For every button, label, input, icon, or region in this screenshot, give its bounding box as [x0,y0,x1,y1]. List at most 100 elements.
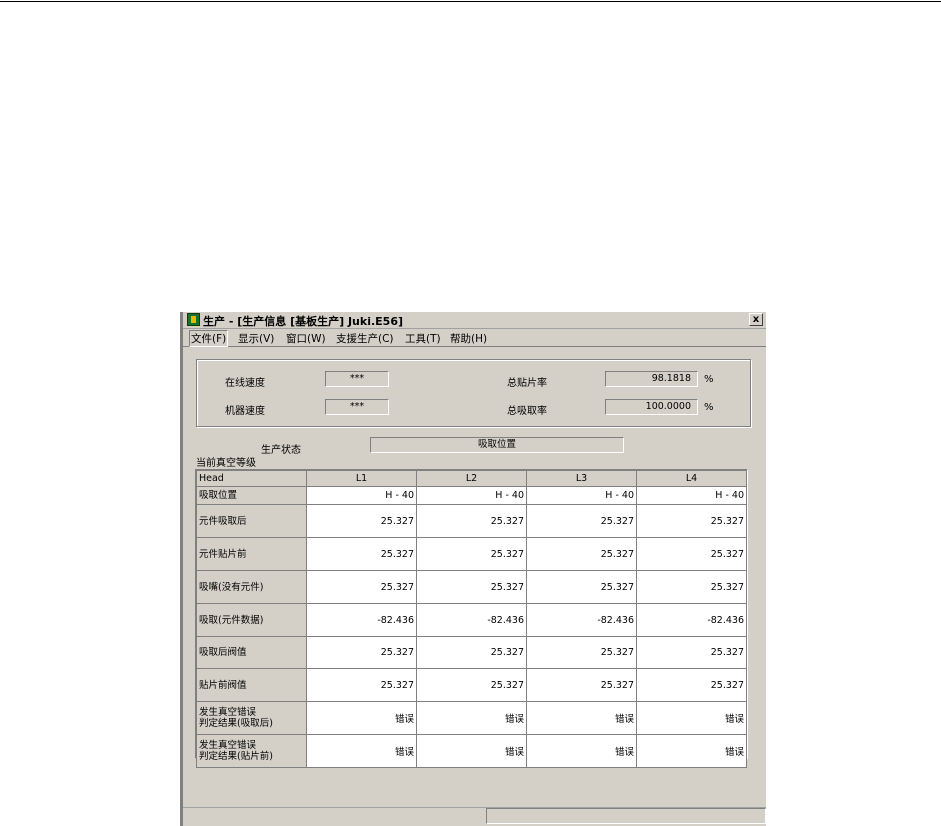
content-area: 在线速度 *** 机器速度 *** 总贴片率 98.1818 % 总吸取率 10… [183,347,766,826]
menu-tools[interactable]: 工具(T) [405,331,441,346]
table-cell: 25.327 [636,668,747,702]
table-cell: 25.327 [306,570,417,604]
table-row: 元件贴片前 25.327 25.327 25.327 25.327 [196,537,747,571]
table-header-row: Head L1 L2 L3 L4 [196,470,747,487]
production-status-field: 吸取位置 [370,437,624,453]
title-bar[interactable]: 生产 - [生产信息 [基板生产] Juki.E56] x [183,312,766,329]
table-cell: -82.436 [416,603,527,637]
online-speed-field: *** [325,371,389,387]
table-cell: -82.436 [636,603,747,637]
table-cell: 错误 [306,734,417,768]
table-cell: 错误 [636,734,747,768]
table-cell: 25.327 [416,504,527,538]
status-bar-pane [486,808,766,824]
row-label-line: 判定结果(贴片前) [199,751,273,762]
column-header-l3: L3 [526,470,637,487]
row-label: 吸取后阀值 [196,636,307,669]
row-label: 发生真空错误 判定结果(吸取后) [196,701,307,735]
row-label-line: 判定结果(吸取后) [199,718,273,729]
row-label: 吸取(元件数据) [196,603,307,637]
table-cell: 25.327 [416,537,527,571]
speed-rate-panel: 在线速度 *** 机器速度 *** 总贴片率 98.1818 % 总吸取率 10… [196,359,751,427]
table-cell: 25.327 [416,570,527,604]
online-speed-label: 在线速度 [225,378,265,389]
close-button[interactable]: x [749,313,763,326]
production-status-label: 生产状态 [261,445,301,456]
table-cell: 错误 [636,701,747,735]
table-cell: 25.327 [306,636,417,669]
table-cell: 25.327 [416,636,527,669]
pickup-rate-field: 100.0000 [605,399,698,415]
table-cell: -82.436 [526,603,637,637]
table-cell: 25.327 [306,537,417,571]
table-row: 贴片前阀值 25.327 25.327 25.327 25.327 [196,668,747,702]
table-cell: 错误 [416,701,527,735]
table-row: 吸嘴(没有元件) 25.327 25.327 25.327 25.327 [196,570,747,604]
table-cell: 25.327 [526,537,637,571]
row-label-line: 吸取后阀值 [199,647,247,658]
table-cell: H - 40 [416,486,527,505]
row-label-line: 元件吸取后 [199,515,247,527]
production-window: 生产 - [生产信息 [基板生产] Juki.E56] x 文件(F) 显示(V… [180,312,766,826]
placement-rate-unit: % [704,374,714,385]
table-row: 发生真空错误 判定结果(贴片前) 错误 错误 错误 错误 [196,734,747,768]
column-header-l4: L4 [636,470,747,487]
table-cell: H - 40 [526,486,637,505]
column-header-l1: L1 [306,470,417,487]
pickup-rate-label: 总吸取率 [507,406,547,417]
row-label: 元件贴片前 [196,537,307,571]
table-cell: 25.327 [526,504,637,538]
status-bar [183,808,766,826]
table-cell: -82.436 [306,603,417,637]
table-cell: 25.327 [526,668,637,702]
row-label-line: 吸取(元件数据) [199,614,264,626]
menu-window[interactable]: 窗口(W) [286,331,326,346]
window-title: 生产 - [生产信息 [基板生产] Juki.E56] [203,315,404,328]
table-row: 吸取后阀值 25.327 25.327 25.327 25.327 [196,636,747,669]
table-cell: 错误 [526,734,637,768]
menu-view[interactable]: 显示(V) [238,331,274,346]
machine-speed-label: 机器速度 [225,406,265,417]
table-cell: H - 40 [306,486,417,505]
row-label-line: 吸取位置 [199,490,238,501]
menu-production-support[interactable]: 支援生产(C) [336,331,394,346]
machine-speed-field: *** [325,399,389,415]
table-cell: 25.327 [306,668,417,702]
row-label: 吸取位置 [196,486,307,505]
table-cell: H - 40 [636,486,747,505]
table-cell: 25.327 [636,636,747,669]
table-row: 发生真空错误 判定结果(吸取后) 错误 错误 错误 错误 [196,701,747,735]
row-label-line: 吸嘴(没有元件) [199,581,264,593]
table-cell: 25.327 [636,537,747,571]
row-label: 吸嘴(没有元件) [196,570,307,604]
table-cell: 25.327 [526,570,637,604]
row-label: 贴片前阀值 [196,668,307,702]
table-row: 吸取(元件数据) -82.436 -82.436 -82.436 -82.436 [196,603,747,637]
table-cell: 25.327 [526,636,637,669]
head-column-header: Head [196,470,307,487]
table-cell: 25.327 [416,668,527,702]
table-cell: 25.327 [636,504,747,538]
row-label-line: 发生真空错误 [199,707,257,718]
juki-app-icon [187,313,200,326]
table-row: 元件吸取后 25.327 25.327 25.327 25.327 [196,504,747,538]
menu-help[interactable]: 帮助(H) [450,331,487,346]
row-label-line: 发生真空错误 [199,740,257,751]
menu-bar: 文件(F) 显示(V) 窗口(W) 支援生产(C) 工具(T) 帮助(H) [183,329,766,347]
row-label: 发生真空错误 判定结果(贴片前) [196,734,307,768]
page-top-rule [0,1,941,2]
table-cell: 25.327 [306,504,417,538]
vacuum-table: Head L1 L2 L3 L4 吸取位置 H - 40 H - 40 H - 40 H - 40… [196,470,747,768]
row-label-line: 元件贴片前 [199,548,247,560]
pickup-rate-unit: % [704,402,714,413]
row-label: 元件吸取后 [196,504,307,538]
table-cell: 错误 [526,701,637,735]
placement-rate-label: 总贴片率 [507,378,547,389]
table-cell: 错误 [416,734,527,768]
vacuum-level-label: 当前真空等级 [196,458,256,469]
vacuum-data-grid[interactable]: Head L1 L2 L3 L4 吸取位置 H - 40 H - 40 H - 40 H - 40… [195,469,748,768]
table-row: 吸取位置 H - 40 H - 40 H - 40 H - 40 [196,486,747,505]
table-cell: 错误 [306,701,417,735]
menu-file[interactable]: 文件(F) [189,330,229,347]
row-label-line: 贴片前阀值 [199,679,247,691]
